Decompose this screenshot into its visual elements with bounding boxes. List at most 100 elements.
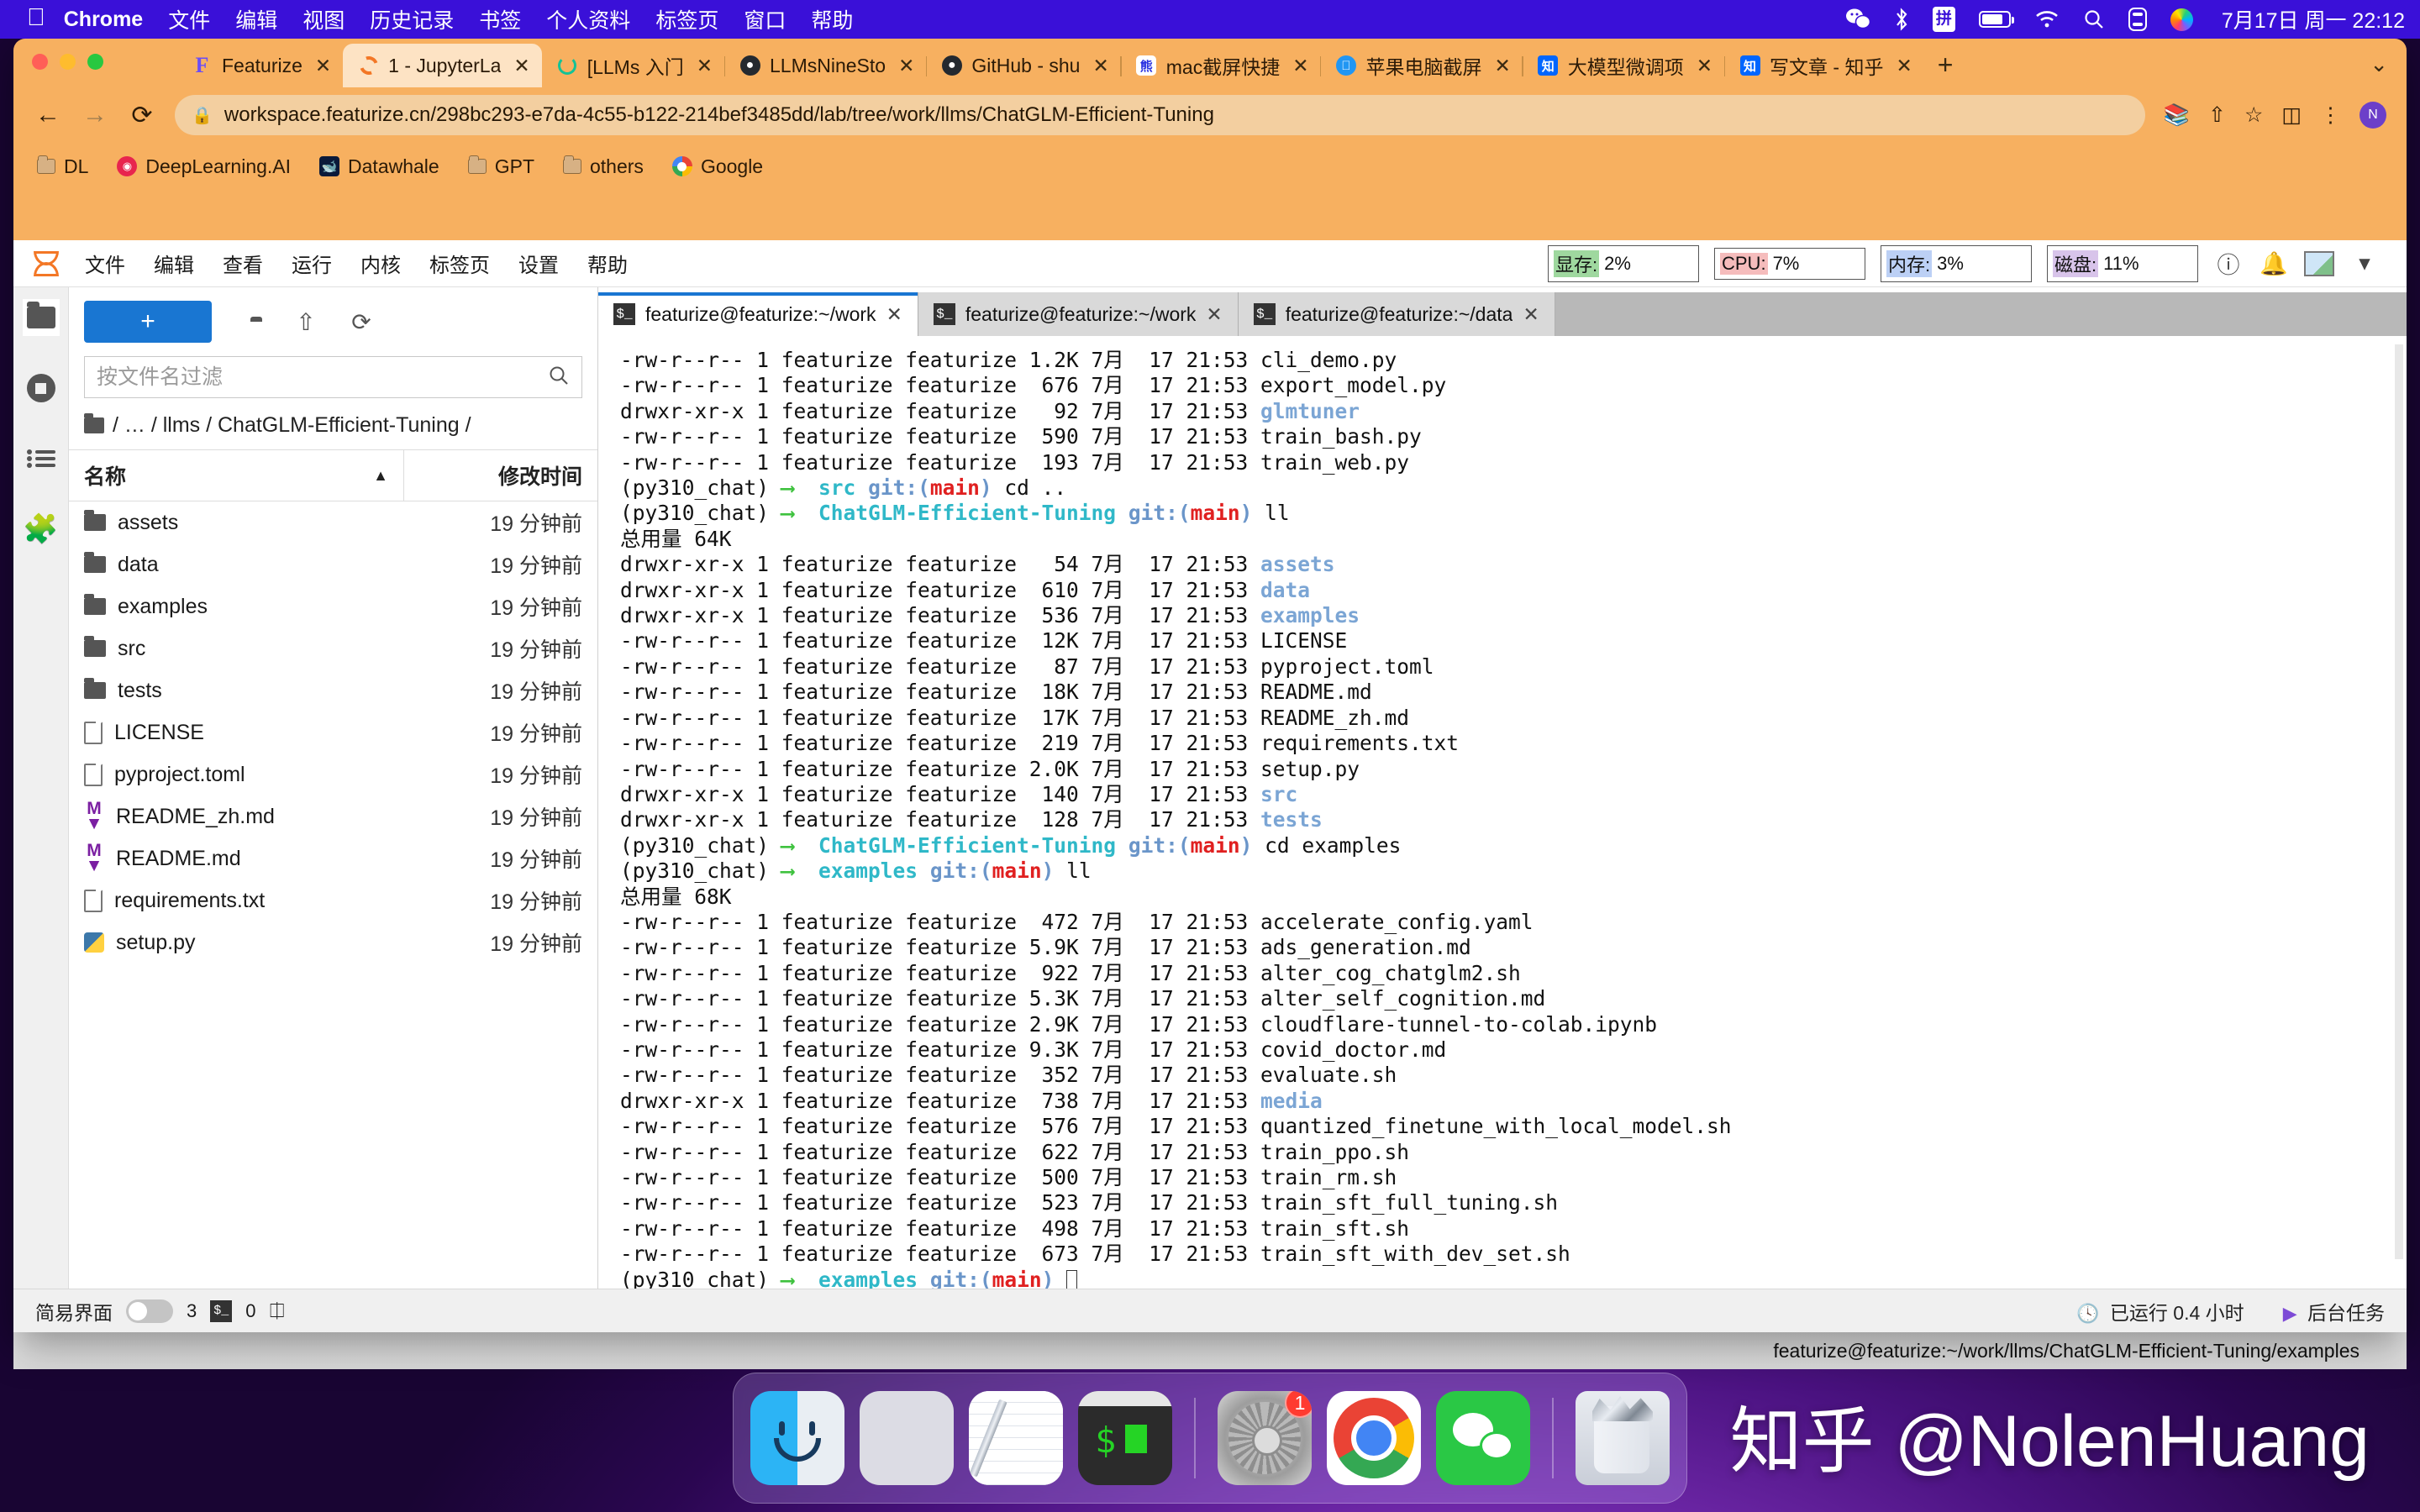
- browser-tab-github-shu[interactable]: ● GitHub - shu ✕: [926, 44, 1122, 87]
- bluetooth-icon[interactable]: [1894, 7, 1909, 32]
- sidepanel-icon[interactable]: ◫: [2281, 102, 2302, 128]
- siri-icon[interactable]: [2170, 8, 2193, 31]
- running-terminals-icon[interactable]: [23, 370, 60, 407]
- dock-app-chrome[interactable]: [1327, 1391, 1421, 1485]
- window-traffic-lights[interactable]: [32, 54, 103, 70]
- share-icon[interactable]: ⇧: [2208, 102, 2226, 128]
- jupyter-menu-file[interactable]: 文件: [71, 249, 139, 278]
- dock-app-notes[interactable]: [969, 1391, 1063, 1485]
- list-item[interactable]: M ▼ README.md 19 分钟前: [69, 837, 597, 879]
- close-icon[interactable]: ✕: [1206, 303, 1222, 326]
- list-item[interactable]: examples 19 分钟前: [69, 585, 597, 627]
- browser-tab-zhihu-write[interactable]: 知 写文章 - 知乎 ✕: [1724, 44, 1924, 87]
- control-center-icon[interactable]: [2128, 7, 2147, 32]
- menubar-item-bookmarks[interactable]: 书签: [479, 4, 521, 34]
- dock-app-launchpad[interactable]: [860, 1391, 954, 1485]
- jupyter-menu-tabs[interactable]: 标签页: [415, 249, 504, 278]
- simple-ui-toggle[interactable]: [126, 1299, 173, 1323]
- close-tab-icon[interactable]: ✕: [315, 55, 331, 77]
- menubar-item-tabs[interactable]: 标签页: [655, 4, 718, 34]
- kernel-thumbnail-icon[interactable]: [2304, 250, 2334, 276]
- file-filter-box[interactable]: [84, 356, 582, 398]
- bookmark-deeplearning-ai[interactable]: ◉ DeepLearning.AI: [117, 155, 291, 178]
- bookmark-dl[interactable]: DL: [37, 155, 88, 178]
- column-header-modified[interactable]: 修改时间: [404, 450, 597, 501]
- list-item[interactable]: requirements.txt 19 分钟前: [69, 879, 597, 921]
- tab-search-chevron-icon[interactable]: ⌄: [2370, 51, 2407, 87]
- browser-tab-jupyterlab[interactable]: 1 - JupyterLa ✕: [343, 44, 542, 87]
- dock-app-trash[interactable]: [1576, 1391, 1670, 1485]
- list-item[interactable]: src 19 分钟前: [69, 627, 597, 669]
- close-icon[interactable]: ✕: [886, 303, 902, 326]
- bookmark-datawhale[interactable]: 🐋 Datawhale: [319, 155, 439, 178]
- close-tab-icon[interactable]: ✕: [898, 55, 914, 77]
- list-item[interactable]: tests 19 分钟前: [69, 669, 597, 711]
- search-icon[interactable]: [2083, 7, 2105, 32]
- address-bar[interactable]: 🔒 workspace.featurize.cn/298bc293-e7da-4…: [175, 95, 2145, 135]
- bookmark-star-icon[interactable]: ☆: [2244, 102, 2263, 128]
- menubar-item-window[interactable]: 窗口: [744, 4, 786, 34]
- terminal-output[interactable]: -rw-r--r-- 1 featurize featurize 1.2K 7月…: [598, 336, 2407, 1289]
- wifi-icon[interactable]: [2034, 7, 2060, 32]
- close-icon[interactable]: ✕: [1523, 303, 1539, 326]
- background-tasks-indicator[interactable]: ▶ 后台任务: [2283, 1297, 2385, 1326]
- close-tab-icon[interactable]: ✕: [513, 55, 529, 77]
- close-tab-icon[interactable]: ✕: [1292, 55, 1308, 77]
- menubar-item-help[interactable]: 帮助: [811, 4, 853, 34]
- breadcrumb[interactable]: / … / llms / ChatGLM-Efficient-Tuning /: [69, 410, 597, 449]
- help-icon[interactable]: ⓘ: [2213, 249, 2244, 279]
- jupyter-menu-settings[interactable]: 设置: [504, 249, 573, 278]
- input-method-icon[interactable]: 拼: [1932, 7, 1955, 32]
- minimize-window-button[interactable]: [60, 54, 76, 70]
- browser-tab-featurize[interactable]: F Featurize ✕: [176, 44, 343, 87]
- table-of-contents-icon[interactable]: [23, 440, 60, 477]
- apple-menu-icon[interactable]: : [27, 5, 45, 30]
- menubar-item-edit[interactable]: 编辑: [235, 4, 277, 34]
- list-item[interactable]: data 19 分钟前: [69, 543, 597, 585]
- list-item[interactable]: M ▼ README_zh.md 19 分钟前: [69, 795, 597, 837]
- avatar[interactable]: N: [2360, 102, 2386, 129]
- browser-tab-llmsninestory[interactable]: ● LLMsNineSto ✕: [724, 44, 928, 87]
- dock-app-wechat[interactable]: [1436, 1391, 1530, 1485]
- list-item[interactable]: setup.py 19 分钟前: [69, 921, 597, 963]
- column-header-name[interactable]: 名称 ▲: [69, 450, 404, 501]
- new-launcher-button[interactable]: +: [84, 301, 212, 343]
- menubar-item-profile[interactable]: 个人资料: [546, 4, 630, 34]
- jupyter-menu-edit[interactable]: 编辑: [139, 249, 208, 278]
- reload-button[interactable]: ⟳: [128, 101, 156, 130]
- wechat-icon[interactable]: [1845, 7, 1870, 32]
- jupyter-menu-view[interactable]: 查看: [208, 249, 277, 278]
- close-tab-icon[interactable]: ✕: [1897, 55, 1912, 77]
- search-icon[interactable]: [548, 365, 570, 391]
- refresh-icon[interactable]: ⟳: [345, 308, 378, 336]
- close-window-button[interactable]: [32, 54, 48, 70]
- terminal-tab-1[interactable]: $_ featurize@featurize:~/work ✕: [598, 292, 918, 336]
- bookmark-others[interactable]: others: [563, 155, 644, 178]
- browser-tab-mac-screenshot[interactable]: 熊 mac截屏快捷 ✕: [1121, 44, 1322, 87]
- list-item[interactable]: assets 19 分钟前: [69, 501, 597, 543]
- translate-icon[interactable]: 📚: [2164, 103, 2190, 128]
- close-tab-icon[interactable]: ✕: [1494, 55, 1510, 77]
- dock-app-system-settings[interactable]: 1: [1218, 1391, 1312, 1485]
- terminal-scrollbar[interactable]: [2395, 344, 2403, 1259]
- menubar-item-file[interactable]: 文件: [168, 4, 210, 34]
- back-button[interactable]: ←: [34, 101, 62, 129]
- dock-app-terminal[interactable]: $: [1078, 1391, 1172, 1485]
- notification-bell-icon[interactable]: 🔔: [2259, 249, 2289, 279]
- bookmark-gpt[interactable]: GPT: [467, 155, 534, 178]
- forward-button[interactable]: →: [81, 101, 109, 129]
- upload-icon[interactable]: ⇧: [289, 308, 323, 336]
- browser-tab-apple-screenshot[interactable]:  苹果电脑截屏 ✕: [1320, 44, 1523, 87]
- menubar-clock[interactable]: 7月17日 周一 22:12: [2222, 4, 2405, 34]
- jupyter-menu-kernel[interactable]: 内核: [346, 249, 415, 278]
- browser-tab-llms[interactable]: [LLMs 入门 ✕: [542, 44, 725, 87]
- menubar-item-history[interactable]: 历史记录: [370, 4, 454, 34]
- list-item[interactable]: LICENSE 19 分钟前: [69, 711, 597, 753]
- close-tab-icon[interactable]: ✕: [697, 55, 713, 77]
- close-tab-icon[interactable]: ✕: [1092, 55, 1108, 77]
- browser-tab-zhihu-finetune[interactable]: 知 大模型微调项 ✕: [1523, 44, 1726, 87]
- file-browser-icon[interactable]: [22, 299, 60, 336]
- bookmark-google[interactable]: Google: [671, 155, 763, 178]
- close-tab-icon[interactable]: ✕: [1697, 55, 1712, 77]
- dock-app-finder[interactable]: [750, 1391, 844, 1485]
